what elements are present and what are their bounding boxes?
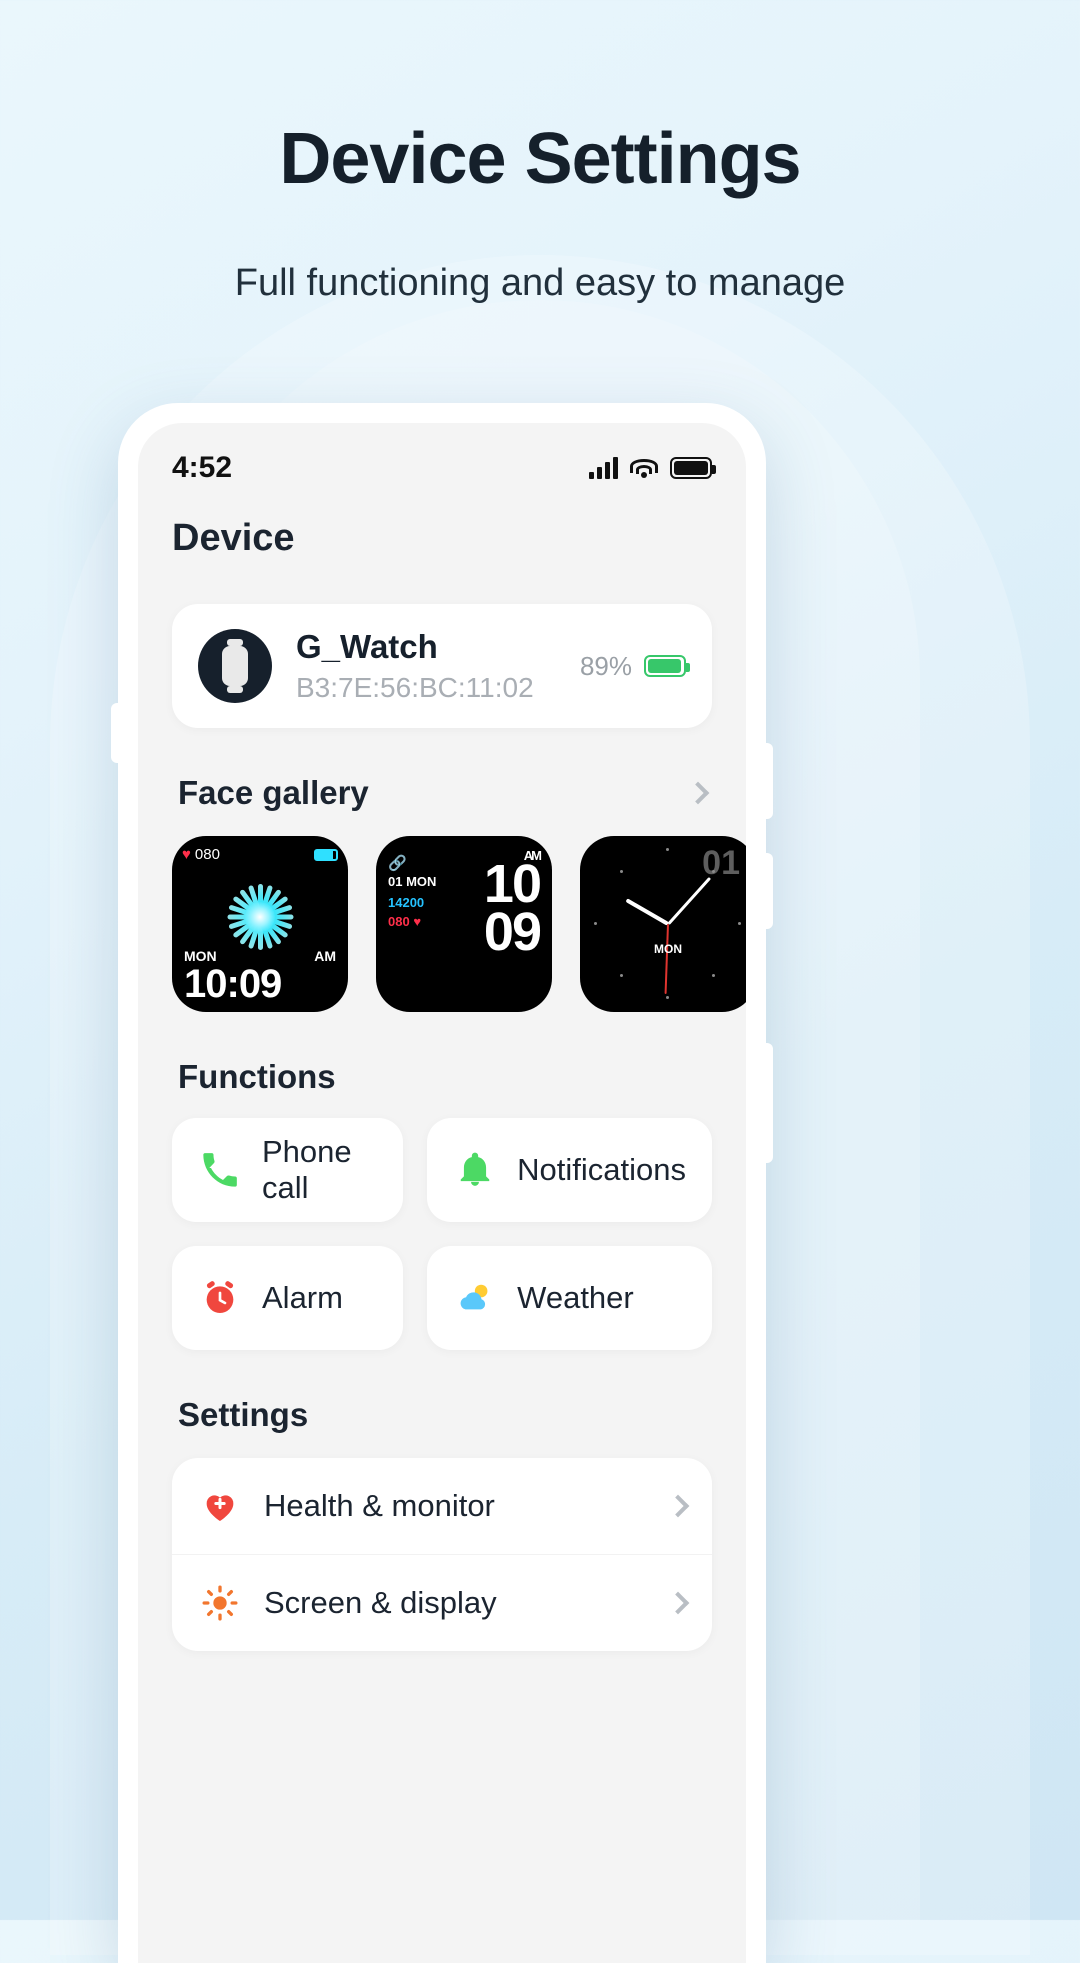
screen-title: Device <box>172 517 295 559</box>
phone-button-mute <box>111 703 118 763</box>
phone-screen: 4:52 Device G_Watch B3:7E:56:BC:11:02 89… <box>138 423 746 1963</box>
settings-item-label: Health & monitor <box>264 1488 495 1523</box>
page-subtitle: Full functioning and easy to manage <box>234 262 846 304</box>
status-bar: 4:52 <box>138 423 746 495</box>
face1-time: 10:09 <box>184 962 282 1006</box>
watch-icon <box>198 629 272 703</box>
face2-minute: 09 <box>483 901 542 962</box>
phone-icon <box>198 1148 242 1192</box>
functions-header: Functions <box>138 1058 746 1096</box>
cloud-sun-icon <box>453 1276 497 1320</box>
function-weather[interactable]: Weather <box>427 1246 712 1350</box>
function-label: Alarm <box>262 1280 343 1315</box>
face-gallery-header[interactable]: Face gallery <box>138 774 746 812</box>
function-label: Weather <box>517 1280 634 1315</box>
function-alarm[interactable]: Alarm <box>172 1246 404 1350</box>
page-title: Device Settings <box>279 119 801 199</box>
functions-grid: Phone call Notifications Alarm Weather <box>138 1096 746 1350</box>
hero-section: Device Settings Full functioning and eas… <box>0 0 1080 305</box>
face2-heart: 080 ♥ <box>388 914 422 929</box>
battery-full-icon <box>670 457 716 479</box>
face1-meridiem: AM <box>314 948 336 964</box>
hour-hand <box>625 898 669 926</box>
function-label: Notifications <box>517 1152 686 1187</box>
settings-item-label: Screen & display <box>264 1585 497 1620</box>
chevron-right-icon[interactable] <box>666 1591 690 1615</box>
settings-item-health-monitor[interactable]: Health & monitor <box>172 1458 712 1554</box>
device-row[interactable]: G_Watch B3:7E:56:BC:11:02 89% <box>172 604 712 728</box>
battery-green-icon <box>644 655 690 677</box>
brightness-icon <box>198 1581 242 1625</box>
second-hand <box>664 923 669 994</box>
face2-date: 01 MON <box>388 874 437 889</box>
status-time: 4:52 <box>172 451 233 484</box>
settings-item-screen-display[interactable]: Screen & display <box>172 1554 712 1651</box>
phone-button-power <box>766 1043 773 1163</box>
bell-icon <box>453 1148 497 1192</box>
status-icons <box>589 457 716 479</box>
device-card[interactable]: G_Watch B3:7E:56:BC:11:02 89% <box>172 604 712 728</box>
device-name: G_Watch <box>296 628 438 665</box>
face3-day: MON <box>654 942 682 956</box>
face-gallery-title: Face gallery <box>178 774 369 811</box>
battery-percent: 89% <box>579 650 632 681</box>
device-mac-address: B3:7E:56:BC:11:02 <box>296 672 534 703</box>
phone-button-volume-up <box>766 743 773 819</box>
settings-header: Settings <box>138 1396 746 1434</box>
device-battery: 89% <box>579 650 690 682</box>
function-phone-call[interactable]: Phone call <box>172 1118 404 1222</box>
function-notifications[interactable]: Notifications <box>427 1118 712 1222</box>
settings-card: Health & monitor Screen & display <box>172 1458 712 1651</box>
alarm-clock-icon <box>198 1276 242 1320</box>
chevron-right-icon[interactable] <box>686 781 710 805</box>
phone-mockup: 4:52 Device G_Watch B3:7E:56:BC:11:02 89… <box>111 403 773 1963</box>
device-info: G_Watch B3:7E:56:BC:11:02 <box>296 628 556 704</box>
settings-title: Settings <box>178 1396 309 1433</box>
heart-plus-icon <box>198 1484 242 1528</box>
watch-face-analog[interactable]: 01 MON <box>580 836 746 1012</box>
watch-face-flower[interactable]: ♥ 080 MON AM 10:09 <box>172 836 348 1012</box>
wifi-icon <box>630 457 658 479</box>
watch-face-digital[interactable]: 🔗 01 MON 14200 080 ♥ AM 10 09 <box>376 836 552 1012</box>
phone-button-volume-down <box>766 853 773 929</box>
signal-bars-icon <box>589 457 618 479</box>
function-label: Phone call <box>262 1134 352 1205</box>
link-icon: 🔗 <box>388 855 407 872</box>
chevron-right-icon[interactable] <box>666 1494 690 1518</box>
minute-hand <box>666 876 711 926</box>
face2-steps: 14200 <box>388 895 425 910</box>
face-gallery-list: ♥ 080 MON AM 10:09 🔗 01 MON 14200 080 ♥ … <box>138 812 746 1012</box>
functions-title: Functions <box>178 1058 336 1095</box>
